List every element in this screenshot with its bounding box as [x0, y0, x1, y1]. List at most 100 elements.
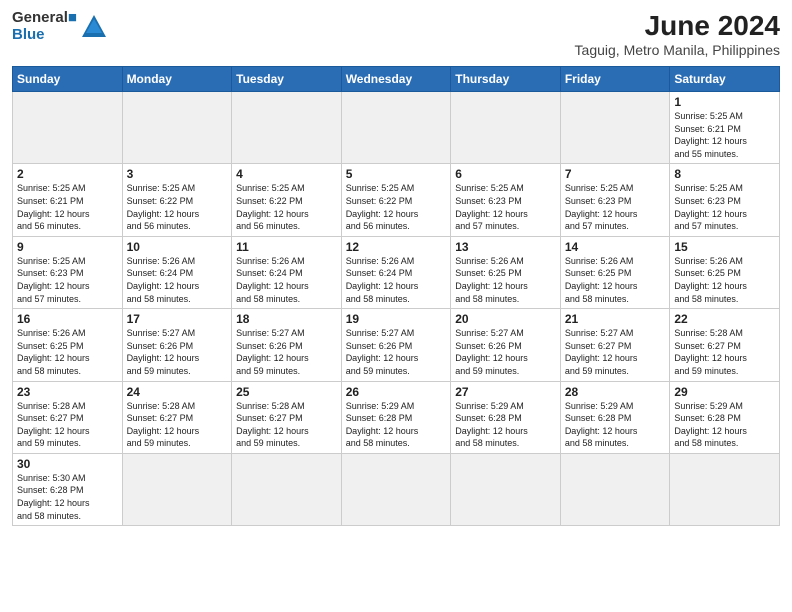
day-cell: 4Sunrise: 5:25 AM Sunset: 6:22 PM Daylig… [232, 164, 342, 236]
day-cell: 29Sunrise: 5:29 AM Sunset: 6:28 PM Dayli… [670, 381, 780, 453]
day-cell: 15Sunrise: 5:26 AM Sunset: 6:25 PM Dayli… [670, 236, 780, 308]
day-info: Sunrise: 5:28 AM Sunset: 6:27 PM Dayligh… [127, 400, 228, 450]
day-cell: 23Sunrise: 5:28 AM Sunset: 6:27 PM Dayli… [13, 381, 123, 453]
week-row-3: 16Sunrise: 5:26 AM Sunset: 6:25 PM Dayli… [13, 309, 780, 381]
main-title: June 2024 [575, 10, 780, 42]
day-cell [122, 453, 232, 525]
day-cell: 16Sunrise: 5:26 AM Sunset: 6:25 PM Dayli… [13, 309, 123, 381]
day-number: 5 [346, 167, 447, 181]
day-info: Sunrise: 5:27 AM Sunset: 6:26 PM Dayligh… [236, 327, 337, 377]
week-row-4: 23Sunrise: 5:28 AM Sunset: 6:27 PM Dayli… [13, 381, 780, 453]
day-number: 17 [127, 312, 228, 326]
day-cell: 24Sunrise: 5:28 AM Sunset: 6:27 PM Dayli… [122, 381, 232, 453]
day-info: Sunrise: 5:25 AM Sunset: 6:21 PM Dayligh… [674, 110, 775, 160]
day-cell [560, 92, 670, 164]
day-cell: 20Sunrise: 5:27 AM Sunset: 6:26 PM Dayli… [451, 309, 561, 381]
day-number: 23 [17, 385, 118, 399]
day-cell: 8Sunrise: 5:25 AM Sunset: 6:23 PM Daylig… [670, 164, 780, 236]
logo-line2: Blue [12, 27, 77, 44]
day-number: 26 [346, 385, 447, 399]
day-cell [341, 92, 451, 164]
day-cell: 11Sunrise: 5:26 AM Sunset: 6:24 PM Dayli… [232, 236, 342, 308]
day-cell: 25Sunrise: 5:28 AM Sunset: 6:27 PM Dayli… [232, 381, 342, 453]
day-cell: 6Sunrise: 5:25 AM Sunset: 6:23 PM Daylig… [451, 164, 561, 236]
day-cell [13, 92, 123, 164]
day-info: Sunrise: 5:25 AM Sunset: 6:23 PM Dayligh… [17, 255, 118, 305]
day-info: Sunrise: 5:29 AM Sunset: 6:28 PM Dayligh… [346, 400, 447, 450]
calendar-page: General■ Blue June 2024 Taguig, Metro Ma… [0, 0, 792, 612]
day-info: Sunrise: 5:26 AM Sunset: 6:25 PM Dayligh… [17, 327, 118, 377]
day-cell [122, 92, 232, 164]
day-number: 24 [127, 385, 228, 399]
day-info: Sunrise: 5:26 AM Sunset: 6:24 PM Dayligh… [127, 255, 228, 305]
day-info: Sunrise: 5:27 AM Sunset: 6:26 PM Dayligh… [455, 327, 556, 377]
day-number: 15 [674, 240, 775, 254]
day-number: 21 [565, 312, 666, 326]
day-info: Sunrise: 5:27 AM Sunset: 6:26 PM Dayligh… [346, 327, 447, 377]
day-cell: 19Sunrise: 5:27 AM Sunset: 6:26 PM Dayli… [341, 309, 451, 381]
day-number: 29 [674, 385, 775, 399]
day-number: 1 [674, 95, 775, 109]
header-friday: Friday [560, 67, 670, 92]
day-info: Sunrise: 5:25 AM Sunset: 6:23 PM Dayligh… [674, 182, 775, 232]
day-cell: 26Sunrise: 5:29 AM Sunset: 6:28 PM Dayli… [341, 381, 451, 453]
header-monday: Monday [122, 67, 232, 92]
day-number: 19 [346, 312, 447, 326]
day-info: Sunrise: 5:28 AM Sunset: 6:27 PM Dayligh… [674, 327, 775, 377]
week-row-5: 30Sunrise: 5:30 AM Sunset: 6:28 PM Dayli… [13, 453, 780, 525]
header-sunday: Sunday [13, 67, 123, 92]
day-info: Sunrise: 5:25 AM Sunset: 6:22 PM Dayligh… [127, 182, 228, 232]
logo-text-block: General■ Blue [12, 10, 77, 43]
day-number: 7 [565, 167, 666, 181]
day-info: Sunrise: 5:26 AM Sunset: 6:25 PM Dayligh… [455, 255, 556, 305]
day-cell [451, 92, 561, 164]
header-wednesday: Wednesday [341, 67, 451, 92]
subtitle: Taguig, Metro Manila, Philippines [575, 42, 780, 58]
day-info: Sunrise: 5:25 AM Sunset: 6:23 PM Dayligh… [565, 182, 666, 232]
day-cell: 27Sunrise: 5:29 AM Sunset: 6:28 PM Dayli… [451, 381, 561, 453]
day-number: 30 [17, 457, 118, 471]
day-cell: 21Sunrise: 5:27 AM Sunset: 6:27 PM Dayli… [560, 309, 670, 381]
logo-line1: General■ [12, 10, 77, 27]
day-info: Sunrise: 5:25 AM Sunset: 6:23 PM Dayligh… [455, 182, 556, 232]
day-info: Sunrise: 5:26 AM Sunset: 6:25 PM Dayligh… [565, 255, 666, 305]
calendar-table: SundayMondayTuesdayWednesdayThursdayFrid… [12, 66, 780, 526]
day-cell: 18Sunrise: 5:27 AM Sunset: 6:26 PM Dayli… [232, 309, 342, 381]
day-info: Sunrise: 5:30 AM Sunset: 6:28 PM Dayligh… [17, 472, 118, 522]
day-number: 10 [127, 240, 228, 254]
day-number: 9 [17, 240, 118, 254]
day-info: Sunrise: 5:29 AM Sunset: 6:28 PM Dayligh… [455, 400, 556, 450]
day-cell: 30Sunrise: 5:30 AM Sunset: 6:28 PM Dayli… [13, 453, 123, 525]
header-thursday: Thursday [451, 67, 561, 92]
day-info: Sunrise: 5:28 AM Sunset: 6:27 PM Dayligh… [17, 400, 118, 450]
week-row-1: 2Sunrise: 5:25 AM Sunset: 6:21 PM Daylig… [13, 164, 780, 236]
header: General■ Blue June 2024 Taguig, Metro Ma… [12, 10, 780, 58]
day-number: 2 [17, 167, 118, 181]
day-cell: 13Sunrise: 5:26 AM Sunset: 6:25 PM Dayli… [451, 236, 561, 308]
day-number: 4 [236, 167, 337, 181]
day-info: Sunrise: 5:27 AM Sunset: 6:26 PM Dayligh… [127, 327, 228, 377]
header-tuesday: Tuesday [232, 67, 342, 92]
day-cell [341, 453, 451, 525]
day-number: 12 [346, 240, 447, 254]
day-cell: 7Sunrise: 5:25 AM Sunset: 6:23 PM Daylig… [560, 164, 670, 236]
day-info: Sunrise: 5:26 AM Sunset: 6:24 PM Dayligh… [236, 255, 337, 305]
day-info: Sunrise: 5:25 AM Sunset: 6:22 PM Dayligh… [346, 182, 447, 232]
day-info: Sunrise: 5:27 AM Sunset: 6:27 PM Dayligh… [565, 327, 666, 377]
day-cell: 5Sunrise: 5:25 AM Sunset: 6:22 PM Daylig… [341, 164, 451, 236]
day-info: Sunrise: 5:28 AM Sunset: 6:27 PM Dayligh… [236, 400, 337, 450]
day-cell: 14Sunrise: 5:26 AM Sunset: 6:25 PM Dayli… [560, 236, 670, 308]
day-number: 20 [455, 312, 556, 326]
day-cell: 3Sunrise: 5:25 AM Sunset: 6:22 PM Daylig… [122, 164, 232, 236]
day-number: 27 [455, 385, 556, 399]
day-number: 8 [674, 167, 775, 181]
day-number: 28 [565, 385, 666, 399]
day-number: 16 [17, 312, 118, 326]
title-block: June 2024 Taguig, Metro Manila, Philippi… [575, 10, 780, 58]
day-cell [670, 453, 780, 525]
day-info: Sunrise: 5:25 AM Sunset: 6:22 PM Dayligh… [236, 182, 337, 232]
day-info: Sunrise: 5:26 AM Sunset: 6:24 PM Dayligh… [346, 255, 447, 305]
day-info: Sunrise: 5:26 AM Sunset: 6:25 PM Dayligh… [674, 255, 775, 305]
day-number: 14 [565, 240, 666, 254]
day-cell [232, 453, 342, 525]
